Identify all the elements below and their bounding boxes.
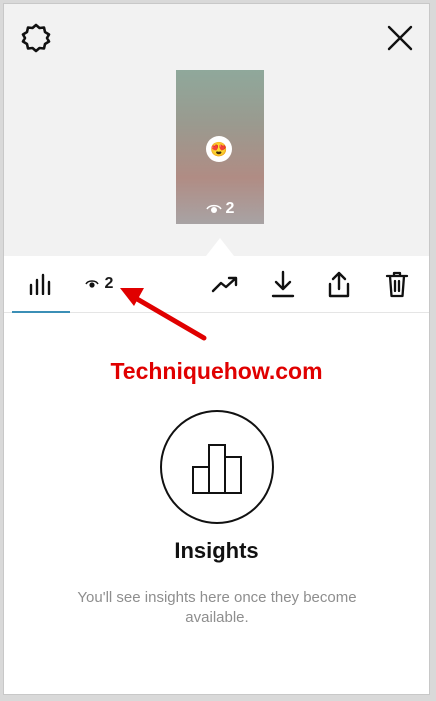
annotation-arrow bbox=[120, 288, 207, 341]
insights-empty-icon bbox=[160, 410, 274, 524]
active-tab-indicator bbox=[12, 311, 70, 313]
tab-insights[interactable] bbox=[12, 256, 70, 312]
close-icon bbox=[387, 25, 413, 51]
share-button[interactable] bbox=[320, 256, 358, 312]
settings-button[interactable] bbox=[20, 22, 52, 54]
story-preview-area: 😍 2 bbox=[4, 4, 429, 256]
bar-chart-icon bbox=[192, 444, 242, 494]
share-icon bbox=[328, 271, 350, 298]
emoji-sticker: 😍 bbox=[206, 136, 232, 162]
download-icon bbox=[271, 270, 295, 298]
story-view-count: 2 bbox=[176, 200, 264, 218]
eye-icon bbox=[84, 280, 99, 288]
insights-title: Insights bbox=[174, 538, 259, 563]
trash-icon bbox=[385, 271, 409, 298]
delete-button[interactable] bbox=[378, 256, 416, 312]
story-toolbar: 2 bbox=[4, 256, 429, 313]
selected-story-caret bbox=[206, 238, 234, 256]
story-thumbnail[interactable]: 😍 2 bbox=[176, 70, 264, 224]
close-button[interactable] bbox=[384, 22, 416, 54]
heart-eyes-emoji: 😍 bbox=[210, 140, 228, 157]
watermark-text: Techniquehow.com bbox=[110, 358, 323, 384]
story-viewer-screen: 😍 2 2 Techniquehow.com Insights You'll s… bbox=[3, 3, 430, 695]
gear-icon bbox=[21, 23, 51, 53]
bar-chart-icon bbox=[29, 273, 51, 295]
insights-description: You'll see insights here once they becom… bbox=[77, 589, 357, 626]
download-button[interactable] bbox=[264, 256, 302, 312]
eye-icon bbox=[205, 204, 222, 213]
trending-icon bbox=[211, 276, 238, 293]
story-view-count-value: 2 bbox=[225, 200, 235, 217]
